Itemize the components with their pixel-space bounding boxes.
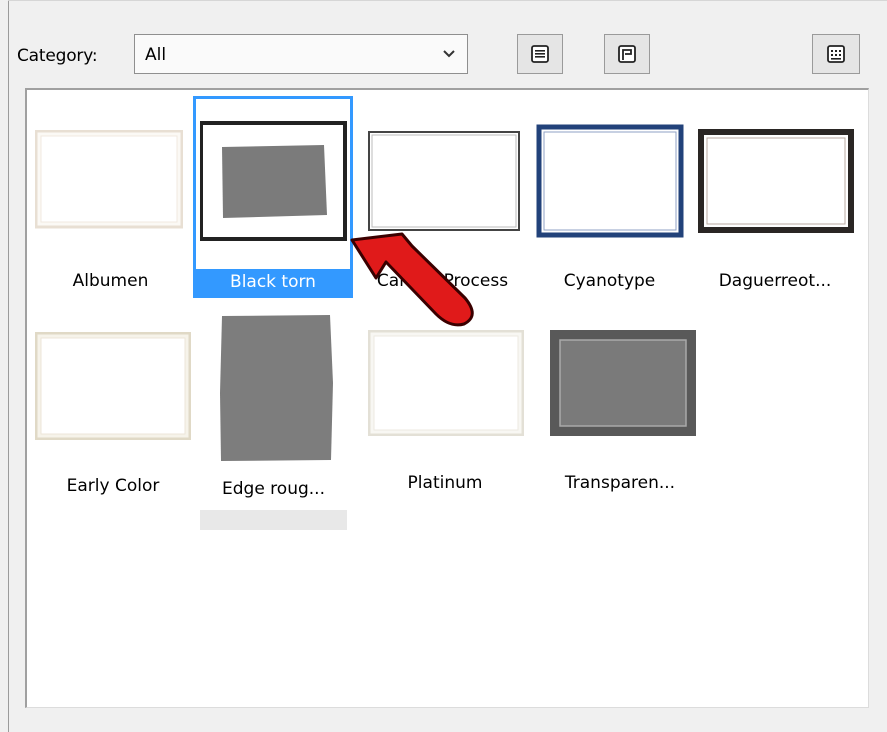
category-dropdown[interactable]: All bbox=[134, 34, 468, 74]
panel-left-edge bbox=[8, 0, 9, 732]
frame-label: Cyanotype bbox=[563, 271, 656, 291]
frame-label: Daguerreot... bbox=[718, 271, 832, 291]
frame-label: Black torn bbox=[193, 269, 353, 296]
frame-label: Early Color bbox=[66, 476, 160, 496]
platinum-thumbnail bbox=[368, 330, 524, 436]
view-options-button[interactable] bbox=[812, 34, 860, 74]
toolbar: Category: All bbox=[0, 0, 887, 88]
frame-label: Edge roug... bbox=[222, 479, 325, 499]
frame-icon bbox=[618, 45, 636, 63]
transparent-thumbnail bbox=[550, 330, 696, 436]
frame-label: Platinum bbox=[407, 473, 483, 493]
hover-highlight bbox=[200, 510, 347, 530]
black-torn-thumbnail bbox=[200, 121, 347, 241]
import-frame-button[interactable] bbox=[604, 34, 650, 74]
frame-label: Transparen... bbox=[564, 473, 676, 493]
category-value: All bbox=[145, 45, 167, 65]
chevron-down-icon bbox=[443, 50, 455, 58]
frame-label: Albumen bbox=[72, 271, 149, 291]
edge-rough-thumbnail bbox=[220, 315, 333, 461]
category-label: Category: bbox=[17, 46, 98, 66]
small-thumbnails-icon bbox=[531, 45, 549, 63]
small-thumbnails-button[interactable] bbox=[517, 34, 563, 74]
carbon-process-thumbnail bbox=[368, 131, 520, 231]
daguerreotype-thumbnail bbox=[698, 129, 854, 233]
albumen-thumbnail bbox=[35, 130, 183, 229]
early-color-thumbnail bbox=[35, 332, 191, 440]
cyanotype-thumbnail bbox=[536, 124, 684, 238]
red-arrow-icon bbox=[350, 232, 474, 327]
grid-view-icon bbox=[827, 45, 845, 63]
